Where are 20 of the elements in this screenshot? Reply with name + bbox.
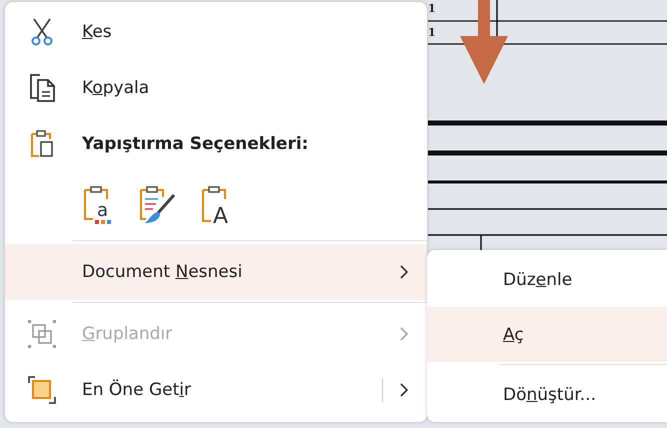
menu-item[interactable]: Dönüştür...: [427, 367, 667, 422]
menu-item[interactable]: Kes: [5, 4, 427, 60]
table-cell-text: 1: [428, 27, 436, 39]
menu-item[interactable]: Aç: [427, 307, 667, 362]
paste-merge-formatting-icon[interactable]: [138, 185, 178, 225]
menu-item[interactable]: Document Nesnesi: [5, 244, 427, 300]
section-header: Yapıştırma Seçenekleri:: [82, 134, 308, 154]
copy-icon: [28, 73, 56, 103]
clipboard-icon: [29, 129, 55, 159]
scissors-icon: [31, 18, 53, 46]
menu-item[interactable]: Düzenle: [427, 252, 667, 307]
chevron-right-icon: [399, 264, 409, 280]
split-divider: [382, 378, 383, 402]
chevron-right-icon: [399, 326, 409, 342]
bring-to-front-icon: [27, 375, 57, 405]
menu-item[interactable]: En Öne Getir: [5, 362, 427, 418]
table-cell-text: 1: [428, 3, 436, 15]
menu-item[interactable]: Kopyala: [5, 60, 427, 116]
group-icon: [27, 319, 57, 349]
chevron-right-icon: [399, 382, 409, 398]
